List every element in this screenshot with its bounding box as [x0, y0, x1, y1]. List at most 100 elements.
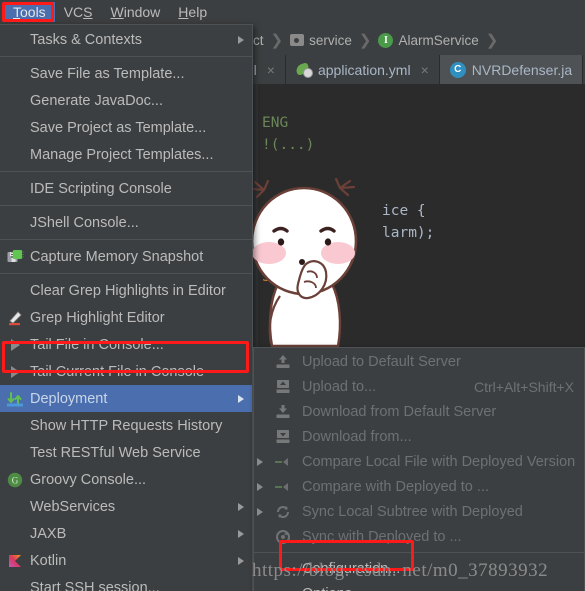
menubar-item-help[interactable]: Help — [169, 2, 216, 22]
memory-snapshot-icon — [6, 248, 24, 266]
breadcrumb-separator: ❯ — [358, 32, 372, 49]
menu-label-deployment: Deployment — [30, 390, 108, 407]
svg-text:G: G — [12, 475, 19, 485]
menu-item-start-ssh-session[interactable]: Start SSH session... — [0, 574, 252, 591]
submenu-item-compare-local-file[interactable]: Compare Local File with Deployed Version — [254, 449, 584, 474]
menu-item-jshell-console[interactable]: JShell Console... — [0, 209, 252, 236]
menu-label-save-project-as-template: Save Project as Template... — [30, 119, 207, 136]
menu-label-manage-project-templates: Manage Project Templates... — [30, 146, 214, 163]
menu-label-tail-current-file-in-console: Tail Current File in Console — [30, 363, 205, 380]
code-fragment-0: ENG — [262, 115, 289, 131]
menu-item-clear-grep-highlights[interactable]: Clear Grep Highlights in Editor — [0, 277, 252, 304]
tab-label-2: NVRDefenser.ja — [471, 61, 573, 78]
submenu-item-sync-with-deployed[interactable]: Sync with Deployed to ... — [254, 524, 584, 549]
menu-item-save-file-as-template[interactable]: Save File as Template... — [0, 60, 252, 87]
menu-item-tail-current-file-in-console[interactable]: Tail Current File in Console — [0, 358, 252, 385]
close-icon[interactable]: × — [421, 62, 429, 78]
menu-item-groovy-console[interactable]: G Groovy Console... — [0, 466, 252, 493]
upload-to-icon — [274, 378, 292, 396]
menu-item-kotlin[interactable]: Kotlin — [0, 547, 252, 574]
tab-application-yml[interactable]: application.yml × — [285, 55, 440, 84]
menu-label-tasks-contexts: Tasks & Contexts — [30, 31, 143, 48]
tools-dropdown-menu: Tasks & Contexts Save File as Template..… — [0, 24, 253, 591]
menu-label-kotlin: Kotlin — [30, 552, 67, 569]
code-fragment-1: !(...) — [262, 137, 315, 153]
menu-label-tail-file-in-console: Tail File in Console... — [30, 336, 164, 353]
close-icon[interactable]: × — [267, 62, 275, 78]
menubar-item-vcs[interactable]: VCS — [55, 2, 102, 22]
menubar-item-window[interactable]: Window — [101, 2, 169, 22]
menu-label-ide-scripting-console: IDE Scripting Console — [30, 180, 172, 197]
menu-item-save-project-as-template[interactable]: Save Project as Template... — [0, 114, 252, 141]
menu-item-webservices[interactable]: WebServices — [0, 493, 252, 520]
menu-item-capture-memory-snapshot[interactable]: Capture Memory Snapshot — [0, 243, 252, 270]
folder-icon — [290, 34, 305, 46]
breadcrumb-item-alarmservice[interactable]: I AlarmService — [378, 32, 479, 48]
menu-separator — [0, 56, 252, 57]
submenu-label-6: Sync Local Subtree with Deployed — [302, 503, 523, 520]
menu-label-jaxb: JAXB — [30, 525, 67, 542]
submenu-label-5: Compare with Deployed to ... — [302, 478, 489, 495]
yml-icon — [296, 62, 313, 78]
menu-item-deployment[interactable]: Deployment — [0, 385, 252, 412]
submenu-separator — [254, 552, 584, 553]
submenu-label-0: Upload to Default Server — [302, 353, 461, 370]
editor-tabs: ml × application.yml × C NVRDefenser.ja — [232, 55, 584, 84]
menu-label-start-ssh-session: Start SSH session... — [30, 579, 160, 591]
class-icon: C — [449, 61, 466, 78]
menu-item-manage-project-templates[interactable]: Manage Project Templates... — [0, 141, 252, 168]
submenu-item-download-default-server[interactable]: Download from Default Server — [254, 399, 584, 424]
deployment-submenu: Upload to Default Server Upload to... Ct… — [253, 347, 585, 591]
compare-icon — [274, 453, 292, 471]
sync-deployed-icon — [274, 528, 292, 546]
sticker-character — [250, 177, 358, 348]
menu-separator — [0, 171, 252, 172]
menu-separator — [0, 239, 252, 240]
breadcrumb-separator: ❯ — [485, 32, 499, 49]
submenu-label-7: Sync with Deployed to ... — [302, 528, 462, 545]
chevron-right-icon — [238, 556, 244, 565]
menu-item-generate-javadoc[interactable]: Generate JavaDoc... — [0, 87, 252, 114]
upload-icon — [274, 353, 292, 371]
submenu-label-2: Download from Default Server — [302, 403, 497, 420]
chevron-right-icon — [238, 394, 244, 403]
menubar-item-tools[interactable]: Tools — [4, 2, 55, 22]
kotlin-icon — [6, 552, 24, 570]
interface-icon: I — [378, 32, 394, 48]
menu-item-tail-file-in-console[interactable]: Tail File in Console... — [0, 331, 252, 358]
submenu-item-sync-local-subtree[interactable]: Sync Local Subtree with Deployed — [254, 499, 584, 524]
submenu-item-options[interactable]: Options... — [254, 581, 584, 591]
menu-item-grep-highlight-editor[interactable]: Grep Highlight Editor — [0, 304, 252, 331]
chevron-right-icon — [257, 482, 263, 491]
submenu-item-compare-with-deployed[interactable]: Compare with Deployed to ... — [254, 474, 584, 499]
download-from-icon — [274, 428, 292, 446]
menu-label-generate-javadoc: Generate JavaDoc... — [30, 92, 163, 109]
breadcrumb-label-1: service — [309, 32, 352, 48]
play-icon — [6, 336, 24, 354]
submenu-item-upload-default-server[interactable]: Upload to Default Server — [254, 349, 584, 374]
chevron-right-icon — [238, 502, 244, 511]
breadcrumb-item-service[interactable]: service — [290, 33, 352, 48]
menu-label-capture-memory-snapshot: Capture Memory Snapshot — [30, 248, 204, 265]
menu-item-jaxb[interactable]: JAXB — [0, 520, 252, 547]
ide-window: ollect ❯ service ❯ I AlarmService ❯ ml ×… — [0, 0, 585, 591]
menu-separator — [0, 273, 252, 274]
breadcrumb: ollect ❯ service ❯ I AlarmService ❯ — [232, 27, 505, 53]
menu-label-show-http-requests-history: Show HTTP Requests History — [30, 417, 223, 434]
deployment-icon — [6, 390, 24, 408]
submenu-item-upload-to[interactable]: Upload to... Ctrl+Alt+Shift+X — [254, 374, 584, 399]
tab-nvrdefenser-java[interactable]: C NVRDefenser.ja — [439, 55, 584, 84]
code-fragment-2: ice { — [382, 203, 426, 219]
chevron-right-icon — [257, 457, 263, 466]
menu-label-jshell-console: JShell Console... — [30, 214, 139, 231]
menu-item-ide-scripting-console[interactable]: IDE Scripting Console — [0, 175, 252, 202]
watermark-text: https://blog. csdn. net/m0_37893932 — [252, 560, 549, 581]
menu-label-clear-grep-highlights: Clear Grep Highlights in Editor — [30, 282, 226, 299]
breadcrumb-label-2: AlarmService — [398, 32, 479, 48]
menu-item-tasks-contexts[interactable]: Tasks & Contexts — [0, 26, 252, 53]
submenu-item-download-from[interactable]: Download from... — [254, 424, 584, 449]
menu-item-show-http-requests-history[interactable]: Show HTTP Requests History — [0, 412, 252, 439]
menu-separator — [0, 205, 252, 206]
menu-item-test-restful-web-service[interactable]: Test RESTful Web Service — [0, 439, 252, 466]
submenu-shortcut-1: Ctrl+Alt+Shift+X — [474, 378, 574, 395]
